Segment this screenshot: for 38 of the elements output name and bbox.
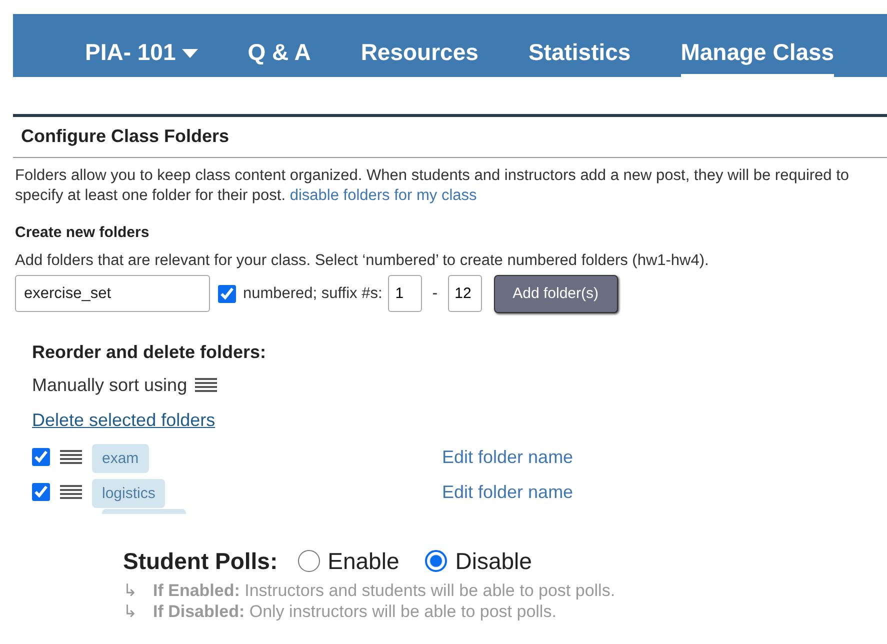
checkbox-label: numbered; suffix #s: [243, 284, 382, 304]
drag-handle-icon[interactable] [60, 450, 82, 464]
folder-checkbox[interactable] [32, 483, 50, 502]
polls-label: Student Polls: [123, 546, 278, 576]
note-text: If Disabled: Only instructors will be able to post polls. [153, 601, 556, 622]
folder-tag[interactable]: exam [92, 444, 149, 473]
drag-handle-icon[interactable] [195, 378, 218, 392]
numbered-checkbox[interactable] [218, 284, 236, 303]
delete-folders-link[interactable]: Delete selected folders [32, 406, 216, 434]
radio-button[interactable] [425, 550, 448, 572]
add-folders-button[interactable]: Add folder(s) [494, 274, 618, 313]
folder-tag[interactable]: logistics [92, 478, 166, 508]
section-title: Configure Class Folders [13, 114, 887, 158]
radio-button[interactable] [298, 550, 320, 572]
range-end-field[interactable]: 12 [448, 275, 482, 312]
folder-checkbox[interactable] [32, 448, 50, 466]
range-start-field[interactable]: 1 [388, 275, 422, 312]
radio-label: Disable [455, 546, 532, 576]
drag-handle-icon[interactable] [60, 485, 82, 500]
arrow-icon: ↳ [123, 601, 153, 622]
nav-tab[interactable]: Resources [360, 26, 478, 77]
range-dash: - [432, 284, 438, 304]
nav-tab[interactable]: Q & A [248, 26, 311, 77]
help-text: Manually sort using [32, 374, 188, 397]
note-text: If Enabled: Instructors and students will be able to post polls. [153, 580, 616, 602]
folder-name-field[interactable]: exercise_set [15, 275, 210, 312]
edit-folder-link[interactable]: Edit folder name [442, 444, 574, 471]
edit-folder-link[interactable]: Edit folder name [442, 478, 574, 506]
nav-tab[interactable]: PIA- 101 [85, 26, 198, 77]
nav-tab[interactable]: Statistics [528, 26, 631, 77]
help-text: Add folders that are relevant for your class. Select ‘numbered’ to create numbered folders (hw1-hw4). [15, 250, 710, 270]
section-heading: Reorder and delete folders: [32, 340, 268, 364]
arrow-icon: ↳ [123, 580, 153, 602]
section-heading: Create new folders [15, 223, 150, 243]
nav-tab[interactable]: Manage Class [680, 26, 834, 77]
radio-label: Enable [328, 546, 400, 576]
disable-folders-link[interactable]: disable folders for my class [290, 187, 477, 204]
intro-paragraph: Folders allow you to keep class content organized. When students and instructors add a new post, they will be required to specify at least one folder for their post. disable folders for my class [15, 166, 850, 206]
